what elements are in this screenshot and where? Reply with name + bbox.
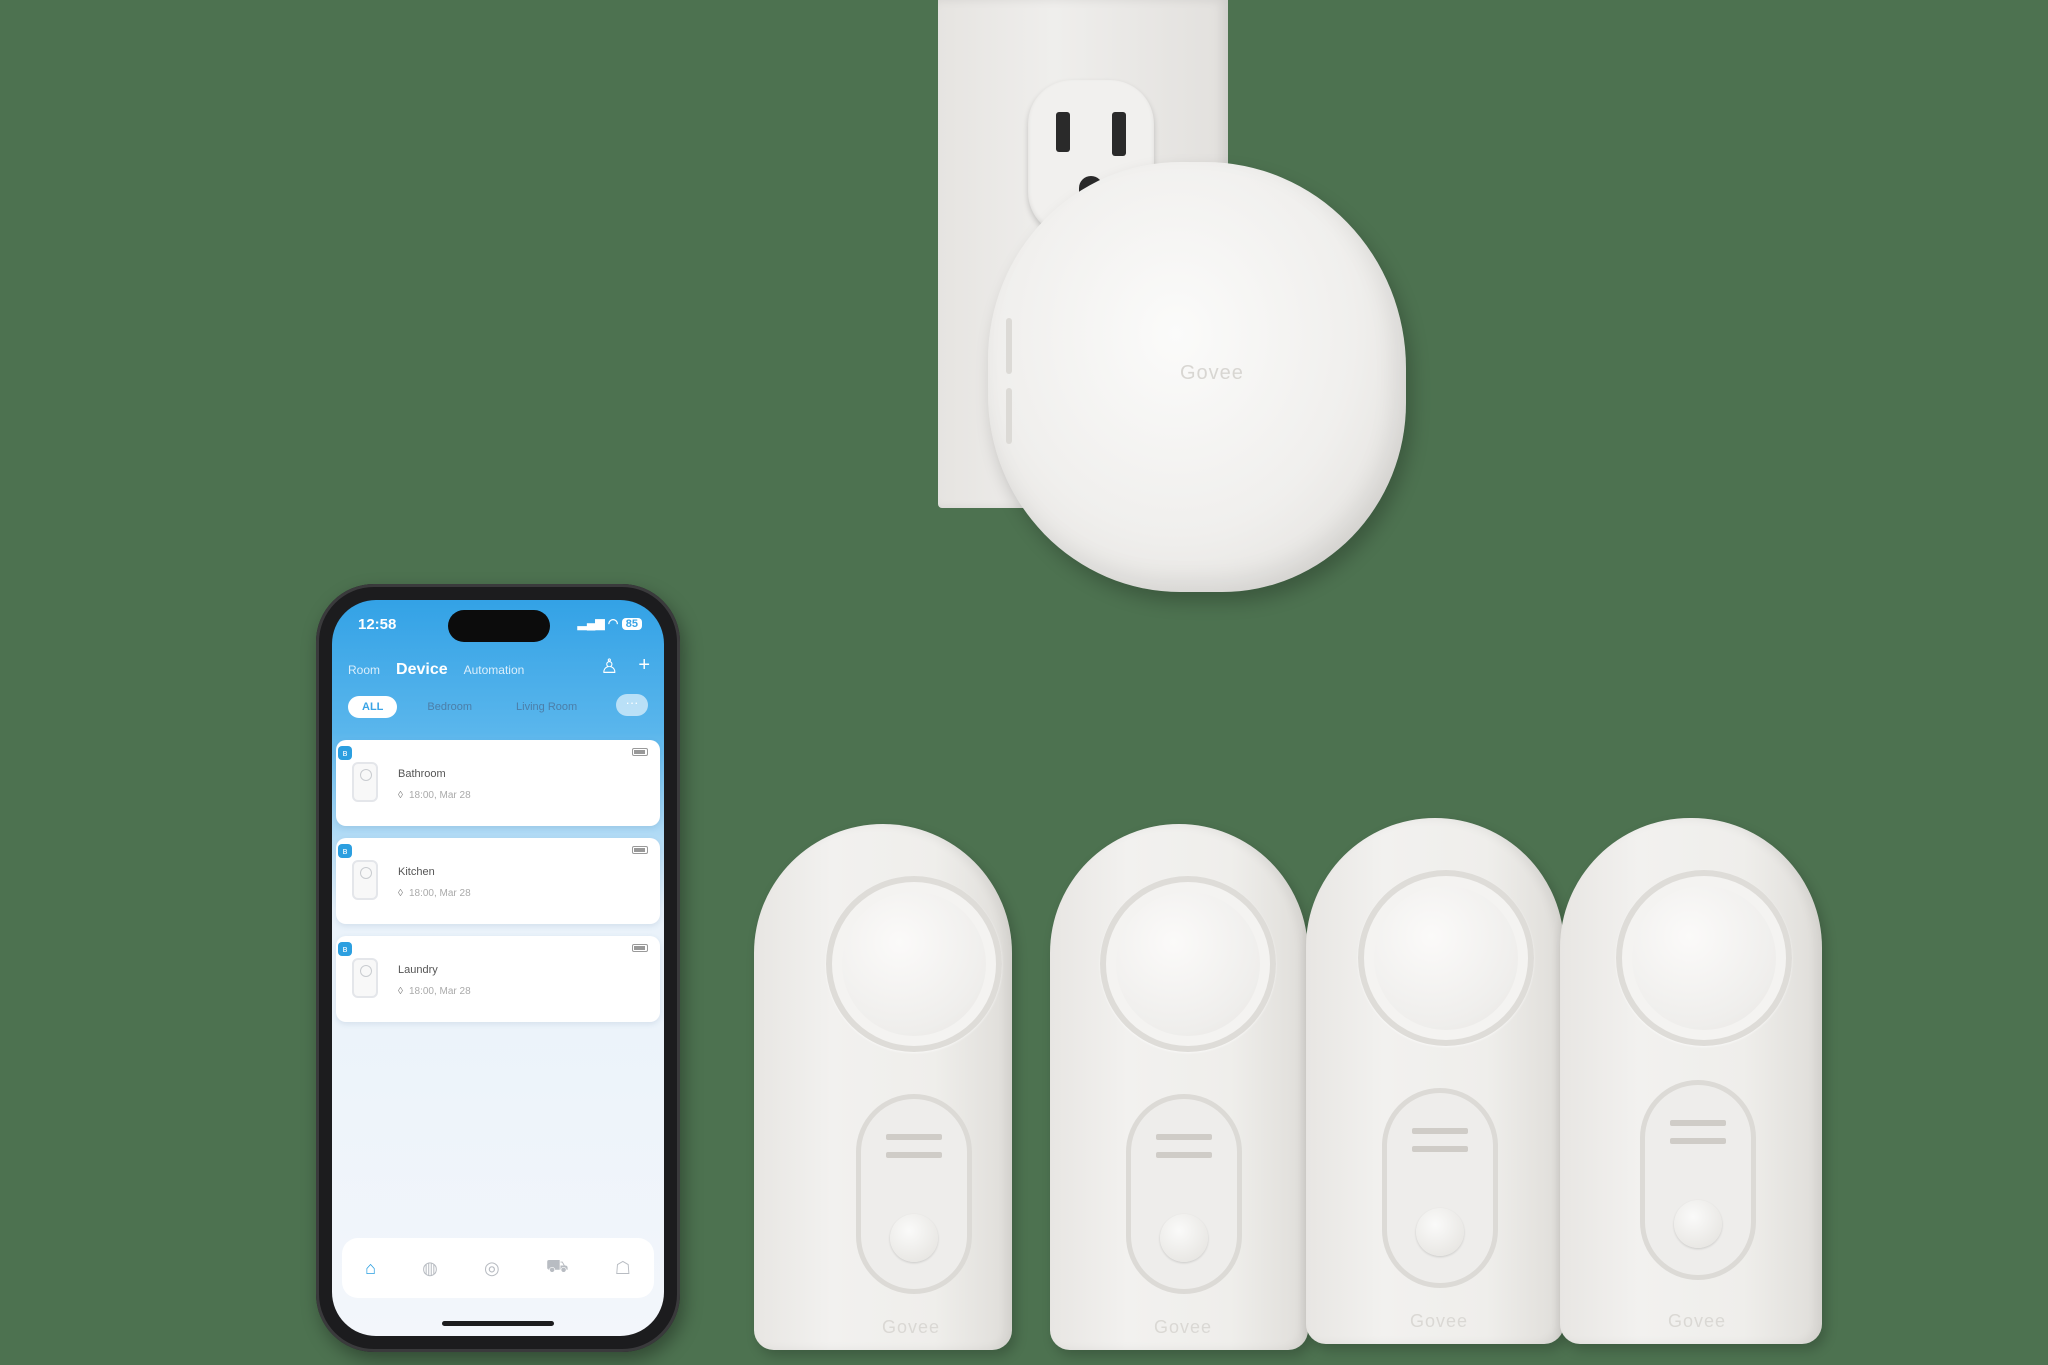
water-drop-icon: ◊ xyxy=(398,790,403,801)
app-screen: 12:58 ▂▄▆ ◠ 85 Room Device Automation ♙ … xyxy=(332,600,664,1336)
device-time: 18:00, Mar 28 xyxy=(408,790,471,801)
cart-icon[interactable]: ⛟ xyxy=(546,1256,569,1280)
store-icon[interactable]: ☖ xyxy=(615,1258,631,1279)
device-time: 18:00, Mar 28 xyxy=(408,986,471,997)
bluetooth-badge-icon: ʙ xyxy=(338,844,352,858)
hub-side-button-bottom xyxy=(1006,388,1012,444)
sensor-thumbnail xyxy=(352,762,378,802)
filter-chip-all[interactable]: ALL xyxy=(348,696,398,718)
probe-panel xyxy=(1126,1094,1242,1294)
device-card[interactable]: ʙ Laundry ◊ 18:00, Mar 28 xyxy=(336,936,660,1022)
home-icon[interactable]: ⌂ xyxy=(365,1258,376,1279)
room-filter-bar: ALL Bedroom Living Room ··· xyxy=(348,694,648,720)
battery-icon: 85 xyxy=(621,618,642,630)
outlet-slot-left xyxy=(1056,112,1070,152)
sensor-logo: Govee xyxy=(1410,1311,1469,1331)
leak-sensor: Govee xyxy=(1050,824,1308,1350)
filter-chip-bedroom[interactable]: Bedroom xyxy=(413,696,486,718)
bluetooth-badge-icon: ʙ xyxy=(338,746,352,760)
probe-panel xyxy=(856,1094,972,1294)
sensor-button xyxy=(1674,1200,1722,1248)
tab-device[interactable]: Device xyxy=(396,661,448,679)
sensor-button xyxy=(890,1214,938,1262)
indicator-line xyxy=(886,1134,942,1140)
more-filters-button[interactable]: ··· xyxy=(616,694,648,716)
indicator-line xyxy=(1156,1134,1212,1140)
water-drop-icon: ◊ xyxy=(398,986,403,997)
device-last-update: ◊ 18:00, Mar 28 xyxy=(398,986,471,997)
battery-level-icon xyxy=(632,944,648,952)
status-time: 12:58 xyxy=(358,616,397,633)
outlet-slot-right xyxy=(1112,112,1126,156)
tab-room[interactable]: Room xyxy=(348,663,380,677)
tab-automation[interactable]: Automation xyxy=(464,663,525,677)
filter-chip-living-room[interactable]: Living Room xyxy=(502,696,591,718)
indicator-line xyxy=(1412,1146,1468,1152)
bluetooth-badge-icon: ʙ xyxy=(338,942,352,956)
globe-icon[interactable]: ◍ xyxy=(422,1258,438,1279)
user-icon[interactable]: ♙ xyxy=(600,654,618,679)
indicator-line xyxy=(1156,1152,1212,1158)
indicator-line xyxy=(1670,1138,1726,1144)
battery-level-icon xyxy=(632,846,648,854)
probe-panel xyxy=(1640,1080,1756,1280)
battery-level-icon xyxy=(632,748,648,756)
sensor-logo: Govee xyxy=(1668,1311,1727,1331)
signal-wifi-icon: ▂▄▆ ◠ xyxy=(577,616,619,630)
alarm-speaker-ring xyxy=(1616,870,1792,1046)
probe-panel xyxy=(1382,1088,1498,1288)
device-card[interactable]: ʙ Bathroom ◊ 18:00, Mar 28 xyxy=(336,740,660,826)
leak-sensor: Govee xyxy=(1306,818,1564,1344)
dynamic-island xyxy=(448,610,550,642)
indicator-line xyxy=(1412,1128,1468,1134)
device-name: Bathroom xyxy=(398,768,446,780)
indicator-line xyxy=(886,1152,942,1158)
hub-side-button-top xyxy=(1006,318,1012,374)
home-indicator[interactable] xyxy=(442,1321,554,1326)
compass-icon[interactable]: ◎ xyxy=(484,1258,500,1279)
device-name: Kitchen xyxy=(398,866,435,878)
device-last-update: ◊ 18:00, Mar 28 xyxy=(398,790,471,801)
sensor-button xyxy=(1416,1208,1464,1256)
hub-logo: Govee xyxy=(1180,362,1244,384)
leak-sensor: Govee xyxy=(754,824,1012,1350)
header-actions: ♙ + xyxy=(600,654,650,679)
water-drop-icon: ◊ xyxy=(398,888,403,899)
sensor-thumbnail xyxy=(352,958,378,998)
alarm-speaker-ring xyxy=(1100,876,1276,1052)
alarm-speaker-ring xyxy=(1358,870,1534,1046)
device-time: 18:00, Mar 28 xyxy=(408,888,471,899)
bottom-navigation: ⌂ ◍ ◎ ⛟ ☖ xyxy=(342,1238,654,1298)
leak-sensor: Govee xyxy=(1560,818,1822,1344)
alarm-speaker-ring xyxy=(826,876,1002,1052)
add-device-button[interactable]: + xyxy=(638,654,650,679)
sensor-logo: Govee xyxy=(1154,1317,1213,1337)
sensor-thumbnail xyxy=(352,860,378,900)
sensor-logo: Govee xyxy=(882,1317,941,1337)
device-card[interactable]: ʙ Kitchen ◊ 18:00, Mar 28 xyxy=(336,838,660,924)
device-name: Laundry xyxy=(398,964,438,976)
indicator-line xyxy=(1670,1120,1726,1126)
status-icons: ▂▄▆ ◠ 85 xyxy=(578,616,642,630)
sensor-button xyxy=(1160,1214,1208,1262)
device-last-update: ◊ 18:00, Mar 28 xyxy=(398,888,471,899)
